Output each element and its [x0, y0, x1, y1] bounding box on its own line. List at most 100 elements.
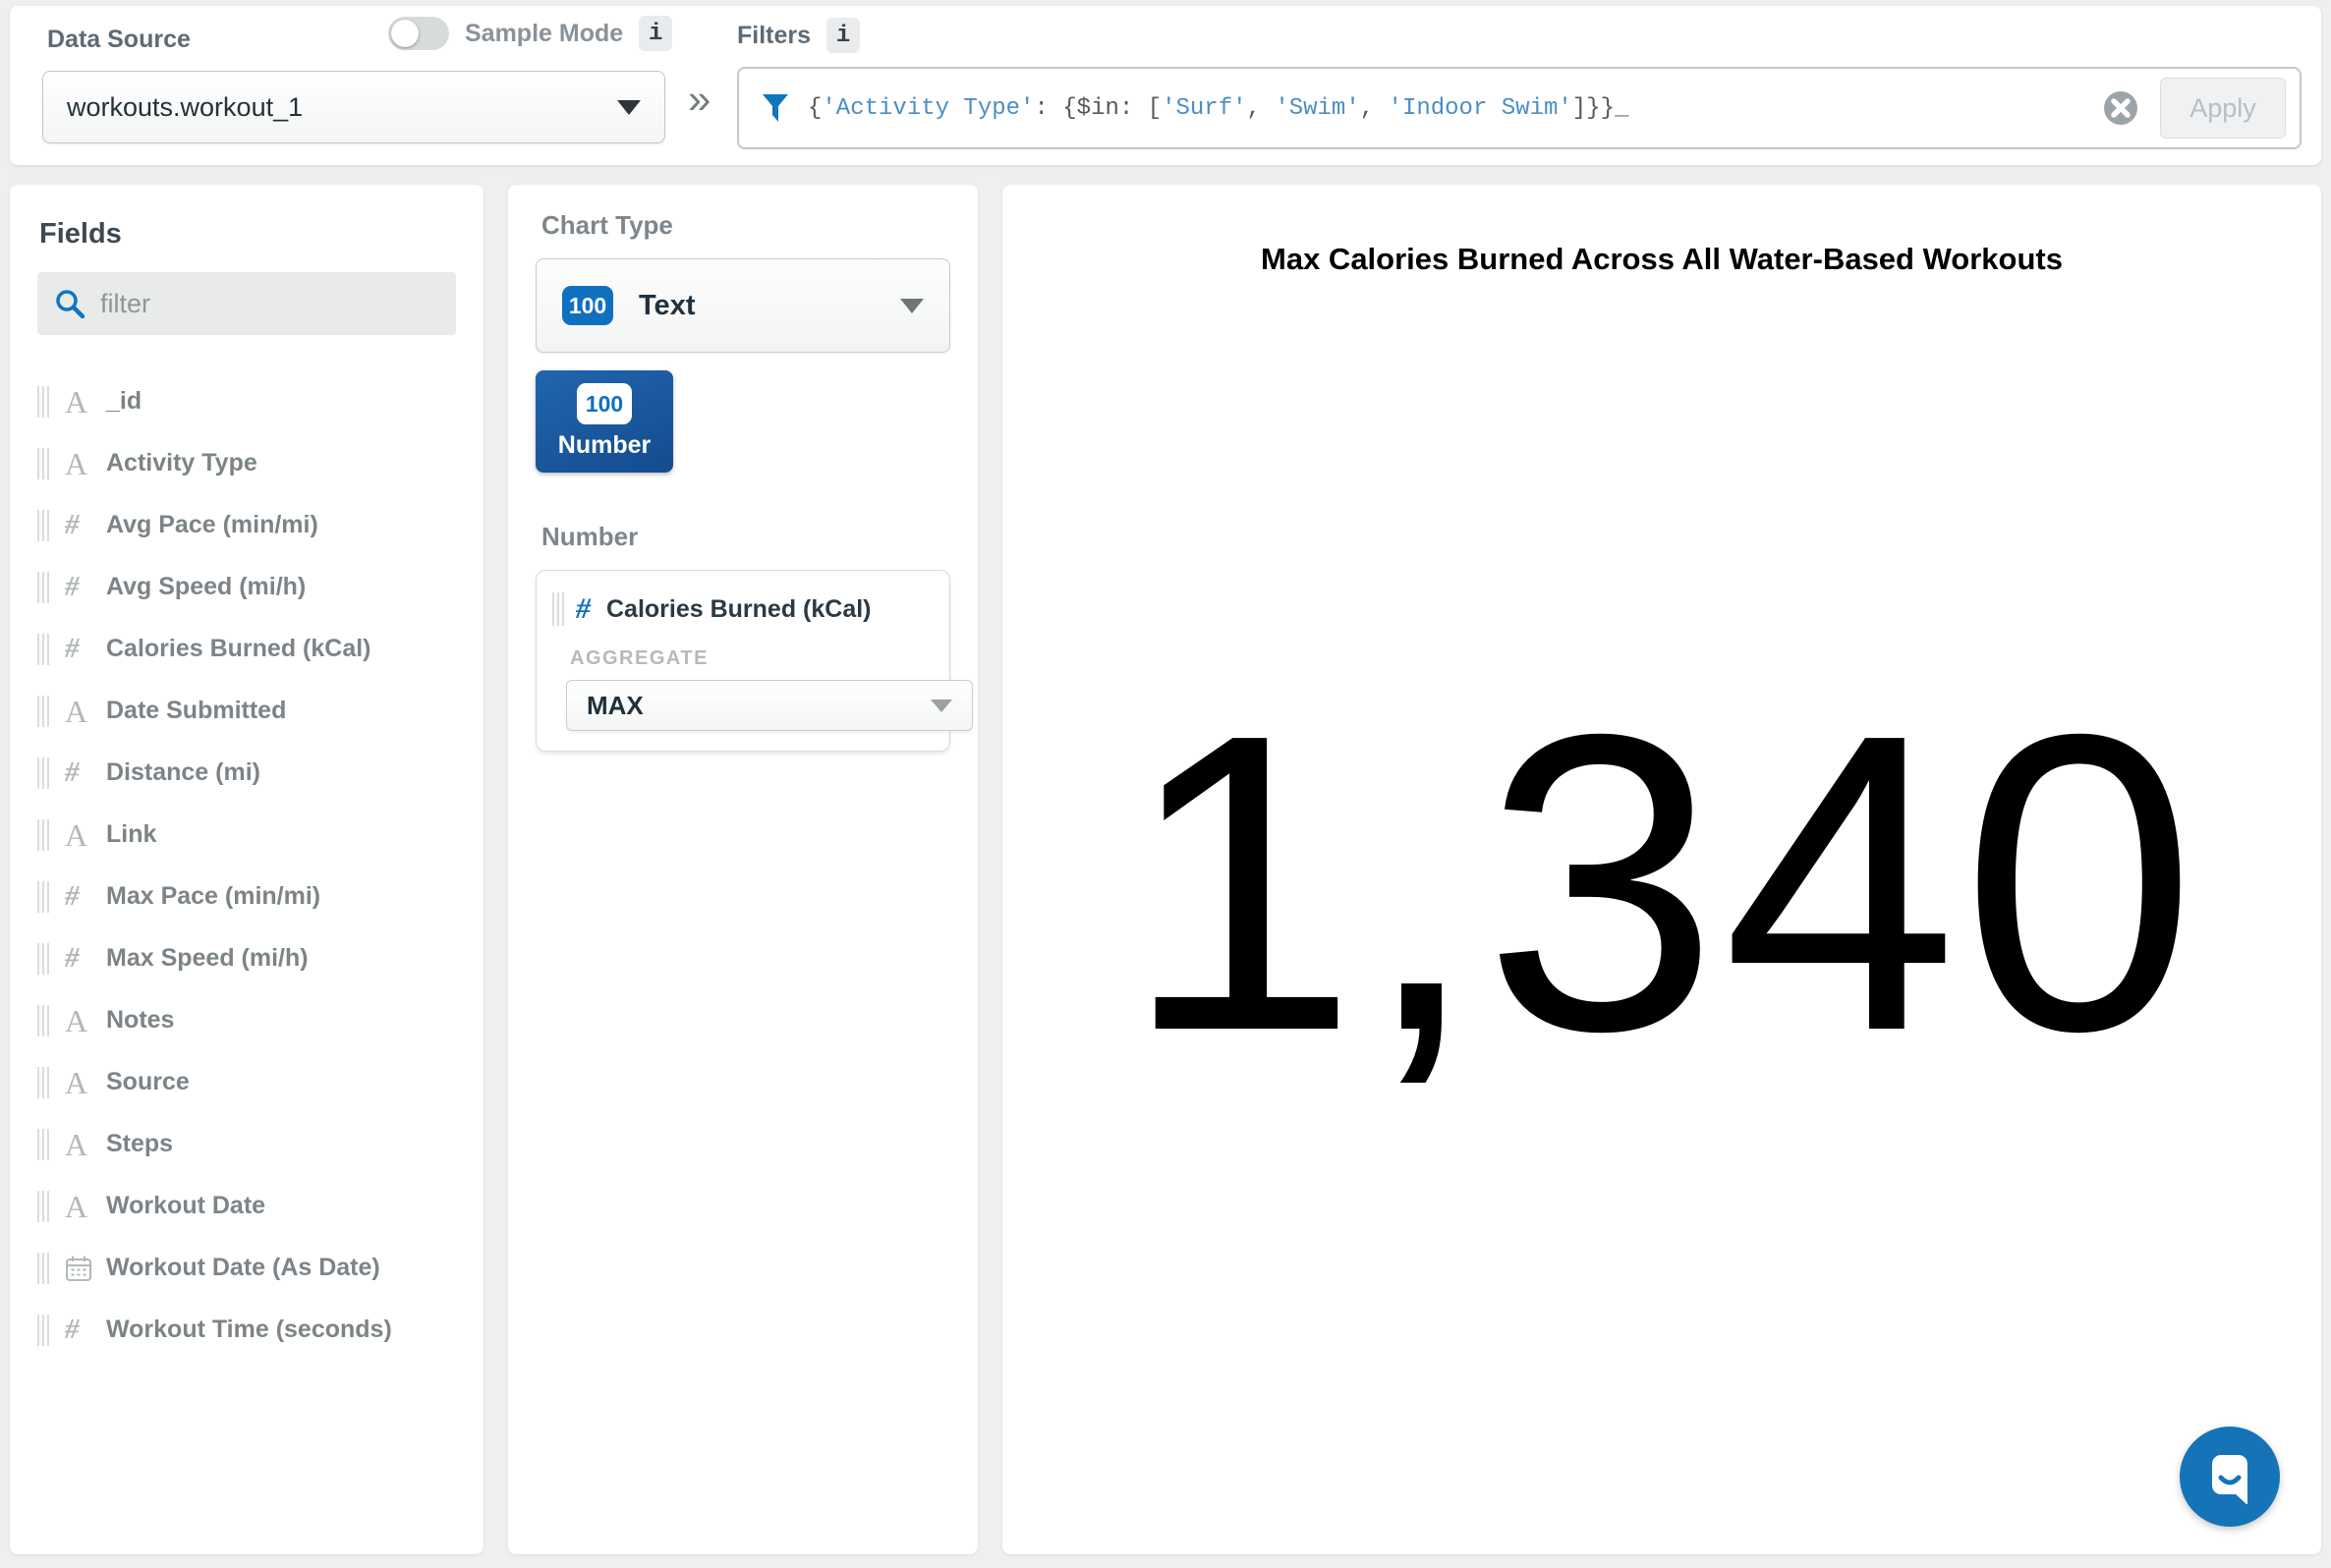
chart-type-selected-label: Text [639, 290, 900, 322]
field-item-label: Workout Date [106, 1192, 265, 1220]
number-type-icon: # [65, 635, 106, 663]
chevron-down-icon [900, 299, 924, 313]
drag-handle-icon [37, 757, 49, 789]
chart-subtype-number-tile[interactable]: 100 Number [536, 370, 673, 473]
filter-funnel-icon [761, 92, 790, 124]
field-item[interactable]: A # _id [37, 370, 456, 432]
string-type-icon: A [65, 1067, 106, 1098]
number-type-icon: # [576, 594, 591, 624]
field-item-label: Source [106, 1068, 190, 1096]
field-item[interactable]: A # Steps [37, 1113, 456, 1175]
chart-number-value: 1,340 [1123, 672, 2200, 1094]
string-type-icon: A [65, 386, 106, 418]
number-type-icon: # [65, 573, 106, 601]
sample-mode-group: Sample Mode i [388, 16, 672, 51]
drag-handle-icon [37, 1129, 49, 1160]
drag-handle-icon [37, 1191, 49, 1222]
chart-title: Max Calories Burned Across All Water-Bas… [1002, 242, 2321, 277]
drag-handle-icon [37, 572, 49, 603]
field-item[interactable]: A # Notes [37, 989, 456, 1051]
encoded-field-chip[interactable]: # Calories Burned (kCal) [552, 592, 934, 626]
string-type-icon: A [65, 1005, 106, 1036]
number-type-icon: # [65, 758, 106, 787]
calendar-type-icon [65, 1255, 106, 1282]
encoding-channel-title: Number [541, 522, 950, 552]
drag-handle-icon [37, 1005, 49, 1036]
field-item-label: Max Pace (min/mi) [106, 882, 320, 911]
string-type-icon: A [65, 1191, 106, 1222]
sample-mode-toggle[interactable] [388, 17, 449, 50]
drag-handle-icon [37, 1253, 49, 1284]
search-icon [55, 289, 85, 318]
filter-query-text[interactable]: {'Activity Type': {$in: ['Surf', 'Swim',… [808, 95, 2103, 122]
chart-type-panel: Chart Type 100 Text 100 Number Number # … [508, 185, 978, 1554]
string-type-icon: A [65, 696, 106, 727]
drag-handle-icon [37, 634, 49, 665]
field-item-label: Max Speed (mi/h) [106, 944, 309, 973]
sample-mode-label: Sample Mode [465, 20, 623, 48]
drag-handle-icon [37, 386, 49, 418]
data-source-label: Data Source [47, 26, 191, 54]
top-bar: Data Source Sample Mode i workouts.worko… [10, 6, 2321, 165]
field-item-label: _id [106, 387, 142, 416]
toggle-knob [391, 20, 419, 47]
info-icon[interactable]: i [639, 16, 672, 51]
filters-label-group: Filters i [737, 18, 860, 53]
field-item[interactable]: A # Workout Date [37, 1175, 456, 1237]
drag-handle-icon [37, 510, 49, 541]
field-item[interactable]: A # Max Pace (min/mi) [37, 866, 456, 927]
field-item-label: Date Submitted [106, 697, 286, 725]
number-encoding-card: # Calories Burned (kCal) AGGREGATE MAX [536, 570, 950, 752]
string-type-icon: A [65, 819, 106, 851]
drag-handle-icon [37, 881, 49, 913]
fields-list: A # _id A # Activity Type A # Avg Pace (… [37, 370, 456, 1361]
aggregate-select[interactable]: MAX [566, 680, 973, 731]
drag-handle-icon [37, 1067, 49, 1098]
collapse-panel-icon[interactable]: » [688, 79, 711, 120]
field-item[interactable]: A # Date Submitted [37, 680, 456, 742]
field-item[interactable]: A # Avg Speed (mi/h) [37, 556, 456, 618]
field-item-label: Workout Time (seconds) [106, 1316, 392, 1344]
field-item[interactable]: A # Activity Type [37, 432, 456, 494]
field-item[interactable]: A # Link [37, 804, 456, 866]
chevron-down-icon [617, 100, 641, 115]
number-type-icon: # [65, 1316, 106, 1344]
field-item-label: Steps [106, 1130, 173, 1158]
drag-handle-icon [37, 696, 49, 727]
apply-button[interactable]: Apply [2160, 78, 2286, 139]
subtype-100-badge-icon: 100 [577, 383, 632, 424]
field-filter-input[interactable] [100, 289, 448, 319]
filter-query-input[interactable]: {'Activity Type': {$in: ['Surf', 'Swim',… [737, 67, 2302, 149]
chat-launcher-button[interactable] [2180, 1427, 2280, 1527]
field-item[interactable]: A # Calories Burned (kCal) [37, 618, 456, 680]
chevron-down-icon [931, 700, 952, 712]
string-type-icon: A [65, 1129, 106, 1160]
aggregate-label: AGGREGATE [570, 647, 934, 670]
field-search-box[interactable] [37, 272, 456, 335]
field-item[interactable]: A # Avg Pace (min/mi) [37, 494, 456, 556]
fields-panel: Fields A # _id A # Activity Type A # Avg… [10, 185, 483, 1554]
aggregate-value: MAX [587, 691, 644, 721]
info-icon[interactable]: i [826, 18, 860, 53]
field-item-label: Workout Date (As Date) [106, 1254, 380, 1282]
drag-handle-icon [37, 943, 49, 975]
field-item-label: Avg Pace (min/mi) [106, 511, 318, 539]
field-item-label: Distance (mi) [106, 758, 260, 787]
chart-type-title: Chart Type [541, 210, 950, 241]
field-item[interactable]: A # Distance (mi) [37, 742, 456, 804]
number-type-icon: # [65, 944, 106, 973]
field-item[interactable]: A # Workout Time (seconds) [37, 1299, 456, 1361]
filters-label: Filters [737, 22, 811, 50]
drag-handle-icon [37, 819, 49, 851]
field-item[interactable]: A # Max Speed (mi/h) [37, 927, 456, 989]
drag-handle-icon [552, 592, 564, 626]
drag-handle-icon [37, 1315, 49, 1346]
field-item-label: Avg Speed (mi/h) [106, 573, 306, 601]
clear-filter-icon[interactable] [2103, 90, 2138, 126]
data-source-select[interactable]: workouts.workout_1 [42, 71, 665, 143]
chart-type-select[interactable]: 100 Text [536, 258, 950, 353]
field-item[interactable]: A # Workout Date (As Date) [37, 1237, 456, 1299]
field-item[interactable]: A # Source [37, 1051, 456, 1113]
fields-panel-title: Fields [39, 218, 456, 251]
field-item-label: Link [106, 820, 156, 849]
